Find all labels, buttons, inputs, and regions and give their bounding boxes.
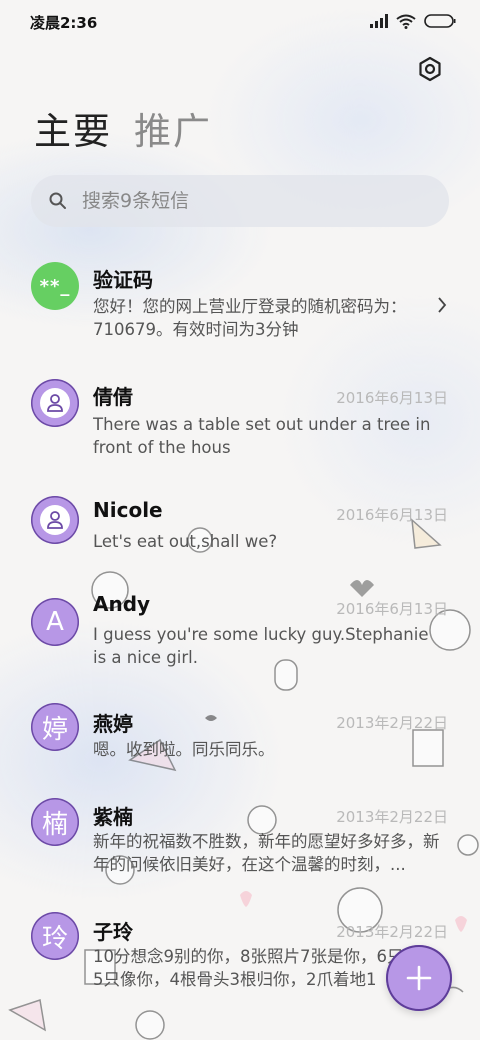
settings-button[interactable] <box>416 55 444 83</box>
search-input[interactable] <box>80 189 424 213</box>
contact-name: 倩倩 <box>93 385 133 409</box>
avatar-text: 楠 <box>41 809 68 840</box>
list-item[interactable]: 楠 紫楠 2013年2月22日 新年的祝福数不胜数，新年的愿望好多好多，新年的问… <box>0 798 480 908</box>
wifi-icon <box>396 14 416 29</box>
message-date: 2016年6月13日 <box>336 600 448 618</box>
message-preview: 您好！您的网上营业厅登录的随机密码为：710679。有效时间为3分钟 <box>93 297 407 339</box>
chevron-right-icon <box>438 297 447 313</box>
plus-icon <box>406 965 432 991</box>
avatar <box>31 379 79 427</box>
avatar: A <box>31 598 79 646</box>
tab-promotions[interactable]: 推广 <box>134 108 212 158</box>
compose-button[interactable] <box>386 945 452 1011</box>
message-preview: I guess you're some lucky guy.Stephanie … <box>93 625 429 667</box>
message-preview: 嗯。收到啦。同乐同乐。 <box>93 740 275 759</box>
tab-bar: 主要 推广 <box>34 108 212 158</box>
contact-name: 燕婷 <box>93 712 133 736</box>
list-item[interactable]: **_ 验证码 您好！您的网上营业厅登录的随机密码为：710679。有效时间为3… <box>0 250 480 360</box>
avatar-text: **_ <box>39 275 71 297</box>
avatar: **_ <box>31 262 79 310</box>
status-time: 凌晨2:36 <box>30 14 98 32</box>
status-bar: 凌晨2:36 <box>0 0 480 40</box>
search-bar[interactable] <box>31 175 449 227</box>
signal-icon <box>370 14 388 28</box>
search-icon <box>49 192 66 209</box>
avatar-text: 婷 <box>41 714 68 745</box>
contact-name: Nicole <box>93 498 163 522</box>
contact-name: 验证码 <box>93 268 153 292</box>
list-item[interactable]: 婷 燕婷 2013年2月22日 嗯。收到啦。同乐同乐。 <box>0 703 480 813</box>
avatar: 楠 <box>31 798 79 846</box>
tab-primary[interactable]: 主要 <box>34 108 112 158</box>
contact-name: Andy <box>93 592 151 616</box>
avatar-text: A <box>46 607 64 637</box>
message-preview: 新年的祝福数不胜数，新年的愿望好多好多，新年的问候依旧美好，在这个温馨的时刻，.… <box>93 832 440 874</box>
list-item[interactable]: A Andy 2016年6月13日 I guess you're some lu… <box>0 586 480 696</box>
person-icon <box>40 505 70 535</box>
avatar <box>31 496 79 544</box>
person-icon <box>40 388 70 418</box>
message-date: 2013年2月22日 <box>336 808 448 826</box>
message-preview: There was a table set out under a tree i… <box>93 415 431 457</box>
avatar: 婷 <box>31 703 79 751</box>
message-date: 2016年6月13日 <box>336 389 448 407</box>
contact-name: 子玲 <box>93 920 133 944</box>
contact-name: 紫楠 <box>93 805 133 829</box>
status-icons <box>370 12 456 30</box>
list-item[interactable]: 倩倩 2016年6月13日 There was a table set out … <box>0 367 480 477</box>
message-date: 2013年2月22日 <box>336 923 448 941</box>
avatar: 玲 <box>31 912 79 960</box>
message-date: 2013年2月22日 <box>336 714 448 732</box>
avatar-text: 玲 <box>41 923 68 954</box>
message-preview: Let's eat out,shall we? <box>93 532 278 551</box>
gear-icon <box>419 56 441 82</box>
list-item[interactable]: Nicole 2016年6月13日 Let's eat out,shall we… <box>0 484 480 594</box>
battery-icon <box>424 14 456 28</box>
message-date: 2016年6月13日 <box>336 506 448 524</box>
